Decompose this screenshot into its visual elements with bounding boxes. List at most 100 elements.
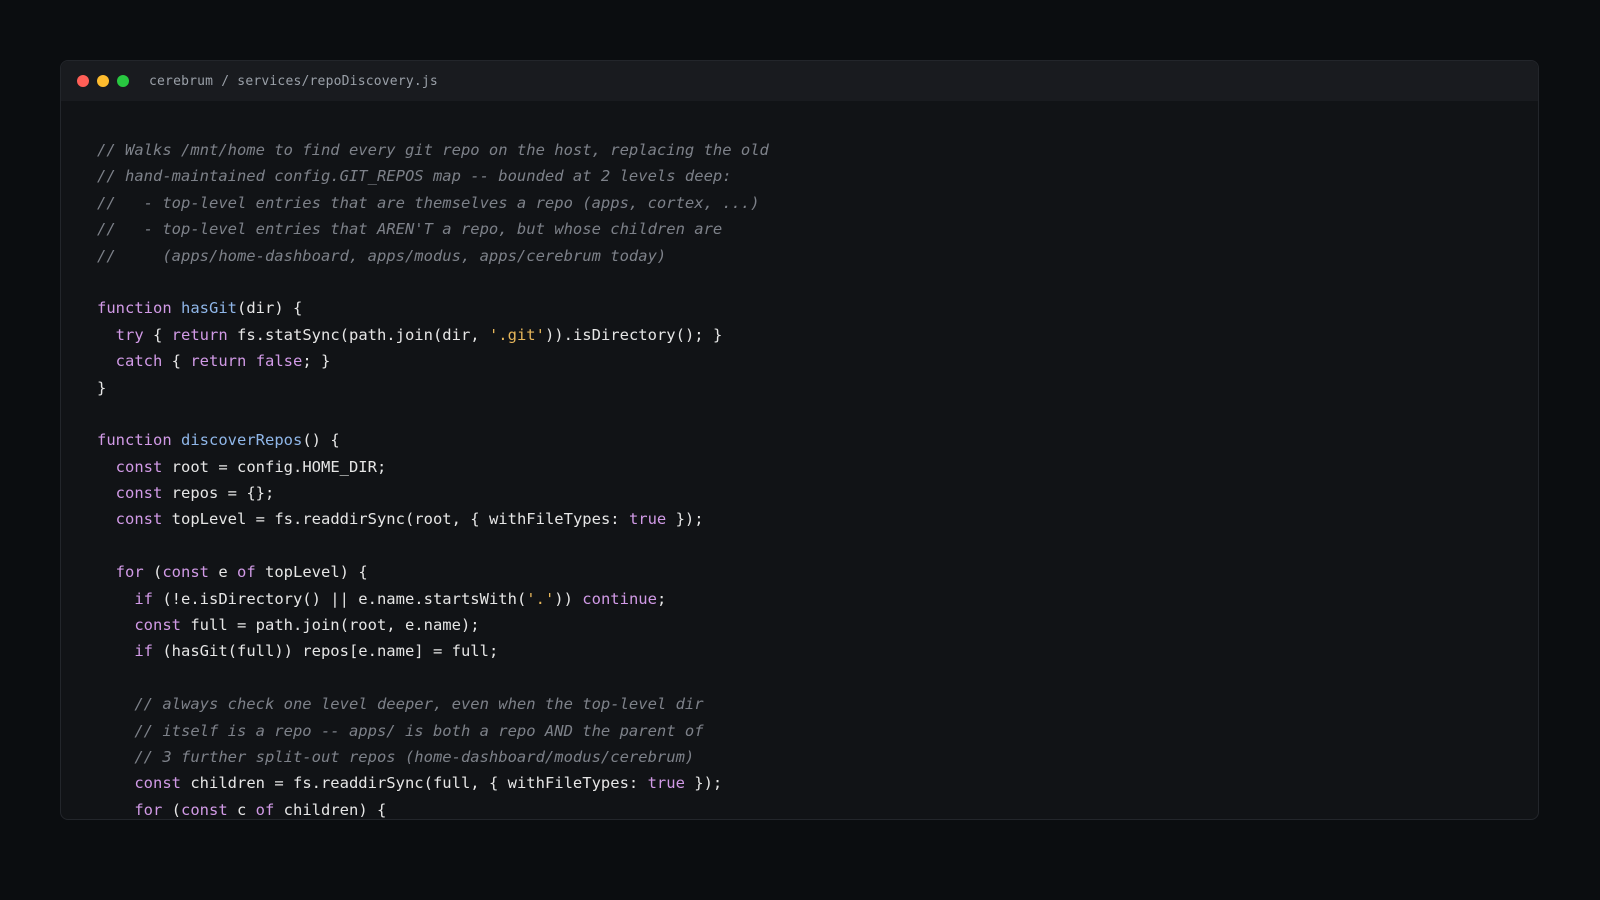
keyword-token: continue bbox=[582, 589, 657, 608]
comment-token: // hand-maintained config.GIT_REPOS map … bbox=[97, 167, 732, 186]
keyword-token: true bbox=[647, 774, 685, 793]
code-text: root = config.HOME_DIR; bbox=[162, 457, 387, 476]
code-text: children) { bbox=[274, 800, 387, 819]
code-text: ; bbox=[656, 589, 667, 608]
keyword-token: const bbox=[181, 800, 228, 819]
comment-token: // - top-level entries that AREN'T a rep… bbox=[97, 220, 723, 239]
string-token: '.' bbox=[526, 589, 555, 608]
file-path-title: cerebrum / services/repoDiscovery.js bbox=[149, 73, 438, 89]
code-text: }); bbox=[666, 510, 704, 529]
comment-token: // (apps/home-dashboard, apps/modus, app… bbox=[97, 246, 667, 265]
code-text: ( bbox=[143, 563, 163, 582]
code-line: // - top-level entries that AREN'T a rep… bbox=[97, 216, 1518, 242]
keyword-token: true bbox=[628, 510, 667, 529]
keyword-token: const bbox=[162, 563, 210, 582]
comment-token: // 3 further split-out repos (home-dashb… bbox=[134, 747, 695, 766]
code-text: topLevel) { bbox=[255, 563, 368, 582]
code-line: try { return fs.statSync(path.join(dir, … bbox=[97, 322, 1518, 348]
code-line: // itself is a repo -- apps/ is both a r… bbox=[97, 718, 1518, 744]
keyword-token: if bbox=[134, 589, 153, 608]
code-text: ; } bbox=[302, 352, 331, 371]
code-line: // 3 further split-out repos (home-dashb… bbox=[97, 744, 1518, 770]
string-token: '.git' bbox=[488, 325, 545, 344]
code-line: if (hasGit(full)) repos[e.name] = full; bbox=[97, 638, 1518, 664]
keyword-token: function bbox=[97, 431, 172, 450]
code-text: fs.statSync(path.join(dir, bbox=[227, 325, 489, 344]
editor-window: cerebrum / services/repoDiscovery.js // … bbox=[60, 60, 1539, 820]
code-view[interactable]: // Walks /mnt/home to find every git rep… bbox=[97, 137, 1518, 819]
code-line: function discoverRepos() { bbox=[97, 427, 1518, 453]
code-text: )).isDirectory(); } bbox=[544, 325, 723, 344]
comment-token: // always check one level deeper, even w… bbox=[134, 695, 704, 714]
keyword-token: of bbox=[255, 800, 275, 819]
code-text: full = path.join(root, e.name); bbox=[181, 616, 480, 635]
keyword-token: catch bbox=[115, 352, 163, 371]
keyword-token: for bbox=[134, 800, 163, 819]
keyword-token: if bbox=[134, 642, 153, 661]
close-button[interactable] bbox=[77, 75, 89, 87]
code-line: const repos = {}; bbox=[97, 480, 1518, 506]
code-line: function hasGit(dir) { bbox=[97, 295, 1518, 321]
minimize-button[interactable] bbox=[97, 75, 109, 87]
comment-token: // Walks /mnt/home to find every git rep… bbox=[97, 141, 769, 159]
code-text: repos = {}; bbox=[162, 484, 275, 503]
comment-token: // itself is a repo -- apps/ is both a r… bbox=[134, 721, 704, 740]
function-name-token: discoverRepos bbox=[181, 431, 303, 450]
comment-token: // - top-level entries that are themselv… bbox=[97, 193, 760, 212]
function-name-token: hasGit bbox=[181, 299, 237, 318]
keyword-token: for bbox=[115, 563, 144, 582]
code-text: } bbox=[97, 378, 107, 397]
code-text: (!e.isDirectory() || e.name.startsWith( bbox=[153, 589, 527, 608]
keyword-token: const bbox=[134, 774, 181, 793]
code-text: { bbox=[143, 325, 172, 344]
code-text: (hasGit(full)) repos[e.name] = full; bbox=[153, 642, 499, 661]
title-bar: cerebrum / services/repoDiscovery.js bbox=[61, 61, 1538, 101]
maximize-button[interactable] bbox=[117, 75, 129, 87]
code-line: // (apps/home-dashboard, apps/modus, app… bbox=[97, 243, 1518, 269]
code-line: for (const c of children) { bbox=[97, 797, 1518, 819]
code-text: c bbox=[227, 800, 256, 819]
keyword-token: const bbox=[134, 616, 181, 635]
code-text: ( bbox=[162, 800, 181, 819]
code-text: { bbox=[162, 352, 191, 371]
keyword-token: return bbox=[190, 352, 247, 371]
code-text: children = fs.readdirSync(full, { withFi… bbox=[181, 774, 648, 793]
code-line: } bbox=[97, 375, 1518, 401]
code-text: (dir) { bbox=[237, 299, 303, 318]
code-line: // hand-maintained config.GIT_REPOS map … bbox=[97, 163, 1518, 189]
keyword-token: of bbox=[237, 563, 256, 582]
code-line: for (const e of topLevel) { bbox=[97, 559, 1518, 585]
keyword-token: try bbox=[115, 325, 144, 344]
code-text: () { bbox=[302, 431, 340, 450]
code-line: // always check one level deeper, even w… bbox=[97, 691, 1518, 717]
code-text: )) bbox=[554, 589, 583, 608]
code-line: const topLevel = fs.readdirSync(root, { … bbox=[97, 506, 1518, 532]
code-line: catch { return false; } bbox=[97, 348, 1518, 374]
code-line: if (!e.isDirectory() || e.name.startsWit… bbox=[97, 586, 1518, 612]
code-line: const children = fs.readdirSync(full, { … bbox=[97, 770, 1518, 796]
keyword-token: const bbox=[115, 457, 163, 476]
code-line: // - top-level entries that are themselv… bbox=[97, 190, 1518, 216]
code-text: }); bbox=[684, 774, 723, 793]
code-line: // Walks /mnt/home to find every git rep… bbox=[97, 137, 1518, 163]
keyword-token: false bbox=[255, 352, 303, 371]
code-line: const full = path.join(root, e.name); bbox=[97, 612, 1518, 638]
